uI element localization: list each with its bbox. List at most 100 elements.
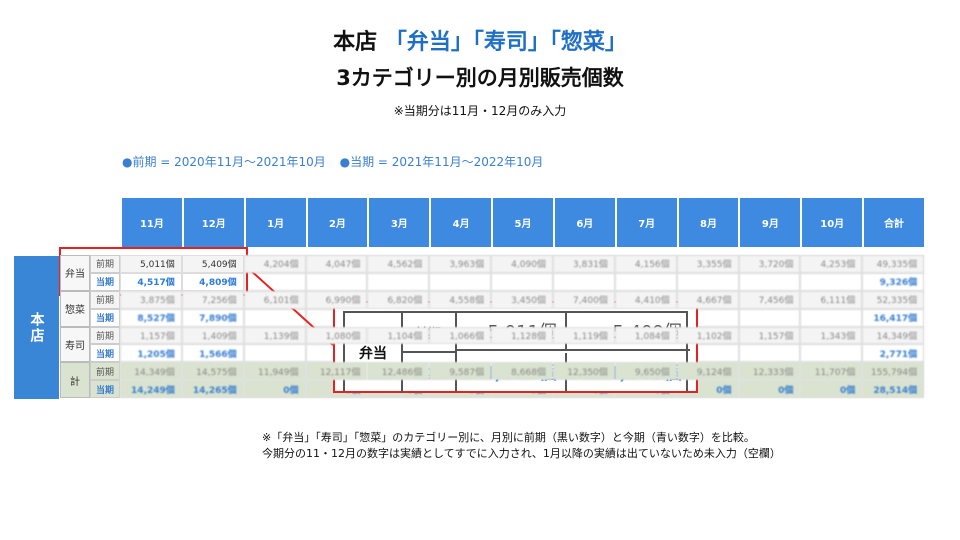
title-prefix: 本店 — [333, 30, 378, 55]
row-category: 計 — [60, 362, 90, 398]
table-cell: 11,949個 — [243, 362, 306, 381]
zoom-category: 弁当 — [345, 313, 403, 393]
table-cell: 3,720個 — [738, 255, 801, 273]
column-header: 2月 — [307, 198, 368, 247]
table-cell: 9,124個 — [676, 362, 739, 381]
table-cell: 1,409個 — [181, 326, 244, 345]
table-cell — [800, 308, 863, 327]
table-cell: 1,080個 — [305, 326, 368, 345]
table-cell: 3,355個 — [676, 255, 739, 273]
table-cell: 1,104個 — [367, 326, 430, 345]
page-subtitle: 3カテゴリー別の月別販売個数 — [336, 66, 624, 90]
table-cell — [800, 344, 863, 363]
table-cell: 0個 — [738, 380, 801, 398]
table-cell: 4,562個 — [367, 255, 430, 273]
row-label: 前期 — [90, 290, 120, 309]
table-cell: 5,011個 — [119, 255, 182, 273]
table-cell: 0個 — [243, 380, 306, 398]
table-cell: 1,066個 — [429, 326, 492, 345]
table-cell: 49,335個 — [862, 255, 925, 273]
table-cell: 16,417個 — [862, 308, 925, 327]
column-header: 10月 — [802, 198, 863, 247]
row-label: 前期 — [90, 255, 120, 273]
table-cell: 14,349個 — [862, 326, 925, 345]
row-label: 当期 — [90, 308, 120, 327]
table-cell: 4,204個 — [243, 255, 306, 273]
column-header: 5月 — [493, 198, 553, 247]
table-cell: 4,253個 — [800, 255, 863, 273]
table-cell — [676, 272, 739, 291]
table-row: 計前期 14,349個 14,575個 11,949個 12,117個 12,486個 9,… — [60, 362, 925, 398]
table-cell: 7,256個 — [181, 290, 244, 309]
period-legend: ●前期 = 2020年11月～2021年10月 ●当期 = 2021年11月～2… — [122, 153, 553, 170]
table-cell: 1,205個 — [119, 344, 182, 363]
store-label: 本店 — [14, 256, 59, 399]
input-note: ※当期分は11月・12月のみ入力 — [393, 104, 567, 118]
table-row: 惣菜 前期 3,875個 7,256個 6,101個 6,990個 6,820個 4,558個… — [60, 290, 925, 327]
table-cell: 6,990個 — [305, 290, 368, 309]
column-header: 合計 — [864, 198, 924, 247]
table-cell — [552, 272, 615, 291]
table-cell: 7,890個 — [181, 308, 244, 327]
column-header: 1月 — [245, 198, 306, 247]
column-header: 3月 — [369, 198, 430, 247]
row-category: 弁当 — [60, 255, 90, 291]
table-cell — [614, 272, 677, 291]
row-label: 前期 — [90, 362, 120, 381]
table-cell: 1,102個 — [676, 326, 739, 345]
row-category: 惣菜 — [60, 290, 90, 327]
table-cell: 2,771個 — [862, 344, 925, 363]
table-cell — [243, 344, 306, 363]
column-header: 9月 — [740, 198, 801, 247]
table-cell: 4,156個 — [614, 255, 677, 273]
table-cell: 9,650個 — [614, 362, 677, 381]
footnote: ※「弁当」「寿司」「惣菜」のカテゴリー別に、月別に前期（黒い数字）と今期（青い数… — [262, 430, 781, 462]
table-row: 弁当 前期 5,011個 5,409個 4,204個 4,047個 4,562個 3,963個… — [60, 255, 925, 291]
table-cell: 9,326個 — [862, 272, 925, 291]
table-cell — [305, 272, 368, 291]
table-cell: 1,157個 — [119, 326, 182, 345]
curr-period: ●当期 = 2021年11月～2022年10月 — [339, 155, 544, 169]
table-cell: 12,486個 — [367, 362, 430, 381]
table-cell: 14,349個 — [119, 362, 182, 381]
table-cell: 7,400個 — [552, 290, 615, 309]
table-cell: 14,249個 — [119, 380, 182, 398]
table-cell: 3,875個 — [119, 290, 182, 309]
row-label: 前期 — [90, 326, 120, 345]
column-header: 6月 — [554, 198, 615, 247]
table-cell: 9,587個 — [429, 362, 492, 381]
row-label: 当期 — [90, 380, 120, 398]
footnote-line-1: ※「弁当」「寿司」「惣菜」のカテゴリー別に、月別に前期（黒い数字）と今期（青い数… — [262, 431, 755, 444]
table-cell: 4,410個 — [614, 290, 677, 309]
column-header: 7月 — [616, 198, 677, 247]
table-cell: 155,794個 — [862, 362, 925, 381]
column-header: 8月 — [678, 198, 739, 247]
table-cell: 3,963個 — [429, 255, 492, 273]
page-title: 本店 「弁当」「寿司」「惣菜」 — [0, 24, 960, 56]
prev-period: ●前期 = 2020年11月～2021年10月 — [122, 155, 326, 169]
table-cell: 6,101個 — [243, 290, 306, 309]
table-cell: 5,409個 — [181, 255, 244, 273]
table-cell: 8,668個 — [491, 362, 553, 381]
table-cell — [429, 272, 492, 291]
table-cell: 4,558個 — [429, 290, 492, 309]
table-cell — [800, 272, 863, 291]
table-cell: 1,084個 — [614, 326, 677, 345]
table-cell: 1,157個 — [738, 326, 801, 345]
footnote-line-2: 今期分の11・12月の数字は実績としてすでに入力され、1月以降の実績は出ていない… — [262, 447, 781, 460]
table-cell: 1,343個 — [800, 326, 863, 345]
table-cell — [738, 344, 801, 363]
column-header: 4月 — [431, 198, 492, 247]
table-cell: 4,090個 — [491, 255, 553, 273]
table-row: 寿司 前期 1,157個 1,409個 1,139個 1,080個 1,104個 1,066個… — [60, 326, 925, 363]
table-cell: 3,450個 — [491, 290, 553, 309]
table-cell: 14,265個 — [181, 380, 244, 398]
table-cell — [243, 272, 306, 291]
title-categories: 「弁当」「寿司」「惣菜」 — [384, 30, 627, 55]
table-cell: 3,831個 — [552, 255, 615, 273]
table-cell: 14,575個 — [181, 362, 244, 381]
table-cell — [491, 272, 553, 291]
table-cell: 12,333個 — [738, 362, 801, 381]
row-category: 寿司 — [60, 326, 90, 363]
table-cell: 7,456個 — [738, 290, 801, 309]
